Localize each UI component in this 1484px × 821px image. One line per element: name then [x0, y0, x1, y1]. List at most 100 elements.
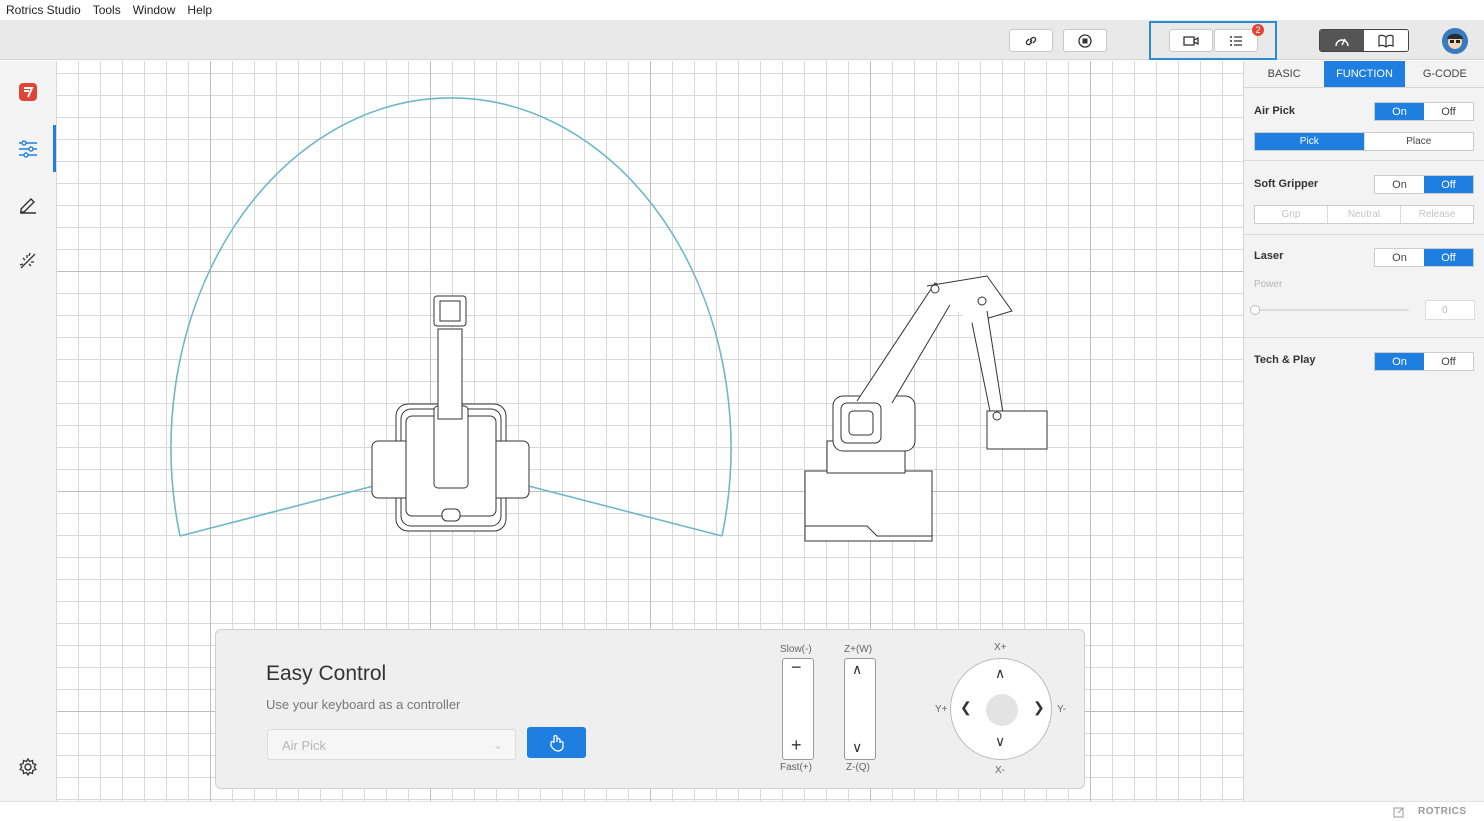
list-icon — [1230, 35, 1242, 46]
soft-gripper-off-button[interactable]: Off — [1424, 176, 1473, 193]
robot-side-view — [804, 275, 1048, 542]
laser-power-slider[interactable] — [1255, 309, 1409, 311]
air-pick-section: Air Pick On Off Pick Place — [1244, 89, 1484, 161]
air-pick-toggle: On Off — [1374, 102, 1474, 121]
laser-off-button[interactable]: Off — [1424, 249, 1473, 266]
teach-play-toggle: On Off — [1374, 352, 1474, 371]
record-stop-icon — [1078, 33, 1092, 48]
stop-button[interactable] — [1063, 29, 1107, 52]
laser-icon — [19, 252, 36, 269]
toolbar: 2 — [0, 20, 1484, 60]
sliders-icon — [19, 140, 37, 158]
rotrics-logo-icon — [19, 83, 37, 101]
minus-icon[interactable]: − — [791, 657, 802, 678]
air-pick-title: Air Pick — [1254, 105, 1295, 117]
laser-toggle: On Off — [1374, 248, 1474, 267]
book-icon — [1378, 34, 1394, 48]
easy-control-subtitle: Use your keyboard as a controller — [266, 697, 461, 712]
chevron-down-icon: ⌄ — [492, 738, 503, 752]
teach-play-off-button[interactable]: Off — [1424, 353, 1473, 370]
y-plus-arrow-icon[interactable]: ❮ — [960, 699, 972, 716]
laser-power-input[interactable]: 0 — [1425, 300, 1475, 320]
menu-bar: Rotrics Studio Tools Window Help — [0, 0, 1484, 20]
status-bar: ROTRICS — [0, 801, 1484, 821]
edit-note-icon[interactable] — [1393, 806, 1405, 818]
settings-button[interactable] — [16, 755, 40, 779]
gear-icon — [19, 757, 37, 777]
sidebar-item-draw[interactable] — [16, 192, 40, 216]
right-panel: BASIC FUNCTION G-CODE Air Pick On Off Pi… — [1243, 61, 1484, 801]
teach-play-section: Tech & Play On Off — [1244, 339, 1484, 387]
speed-fast-label: Fast(+) — [780, 762, 812, 773]
guide-view-button[interactable] — [1364, 30, 1408, 51]
z-control[interactable]: ∧ ∨ — [844, 658, 876, 760]
sidebar-item-laser[interactable] — [16, 249, 40, 273]
view-toggle — [1319, 29, 1409, 52]
connect-button[interactable] — [1009, 29, 1053, 52]
soft-gripper-on-button[interactable]: On — [1375, 176, 1424, 193]
menu-help[interactable]: Help — [181, 3, 218, 17]
tab-basic[interactable]: BASIC — [1244, 61, 1324, 87]
air-pick-off-button[interactable]: Off — [1424, 103, 1473, 120]
mode-select[interactable]: Air Pick ⌄ — [267, 729, 516, 760]
laser-title: Laser — [1254, 250, 1284, 262]
menu-window[interactable]: Window — [127, 3, 182, 17]
pick-button[interactable]: Pick — [1255, 133, 1364, 150]
x-minus-label: X- — [995, 765, 1005, 776]
soft-gripper-section: Soft Gripper On Off Grip Neutral Release — [1244, 162, 1484, 235]
notification-badge: 2 — [1252, 24, 1264, 36]
x-plus-label: X+ — [994, 642, 1007, 653]
air-pick-action: Pick Place — [1254, 132, 1474, 151]
menu-tools[interactable]: Tools — [87, 3, 127, 17]
y-minus-arrow-icon[interactable]: ❯ — [1033, 699, 1045, 716]
teach-play-title: Tech & Play — [1254, 354, 1316, 366]
function-tabs: BASIC FUNCTION G-CODE — [1244, 61, 1484, 88]
speed-slow-label: Slow(-) — [780, 644, 812, 655]
z-down-label: Z-(Q) — [846, 762, 870, 773]
joystick-center[interactable] — [986, 694, 1018, 726]
speed-control[interactable]: − + — [782, 657, 814, 760]
x-minus-arrow-icon[interactable]: ∨ — [995, 733, 1005, 750]
laser-on-button[interactable]: On — [1375, 249, 1424, 266]
release-button[interactable]: Release — [1400, 206, 1473, 223]
user-avatar[interactable] — [1442, 28, 1468, 54]
tab-function[interactable]: FUNCTION — [1324, 61, 1405, 87]
easy-control-title: Easy Control — [266, 662, 387, 685]
xy-joystick[interactable]: ∧ ∨ ❮ ❯ — [950, 658, 1052, 760]
soft-gripper-action: Grip Neutral Release — [1254, 205, 1474, 224]
y-plus-label: Y+ — [935, 704, 948, 715]
rotrics-logo — [16, 80, 40, 104]
avatar-icon — [1442, 28, 1468, 54]
app-name: Rotrics Studio — [6, 3, 81, 17]
neutral-button[interactable]: Neutral — [1327, 206, 1400, 223]
brand-label: ROTRICS — [1418, 806, 1467, 817]
sidebar-item-control[interactable] — [16, 137, 40, 161]
place-button[interactable]: Place — [1363, 133, 1474, 150]
plus-icon[interactable]: + — [791, 735, 802, 756]
chevron-down-icon[interactable]: ∨ — [852, 739, 862, 756]
air-pick-on-button[interactable]: On — [1375, 103, 1424, 120]
grip-button[interactable]: Grip — [1255, 206, 1327, 223]
pencil-icon — [20, 198, 36, 214]
active-indicator — [53, 125, 56, 172]
soft-gripper-title: Soft Gripper — [1254, 178, 1319, 190]
mode-select-value: Air Pick — [282, 738, 327, 753]
left-sidebar — [0, 61, 57, 801]
chevron-up-icon[interactable]: ∧ — [852, 661, 862, 678]
robot-top-view — [371, 295, 530, 532]
tab-gcode[interactable]: G-CODE — [1405, 61, 1484, 87]
soft-gripper-toggle: On Off — [1374, 175, 1474, 194]
camera-icon — [1183, 35, 1199, 46]
camera-button[interactable] — [1169, 29, 1213, 52]
x-plus-arrow-icon[interactable]: ∧ — [995, 665, 1005, 682]
task-list-button[interactable] — [1214, 29, 1258, 52]
hand-pointer-icon — [549, 734, 564, 752]
teach-play-on-button[interactable]: On — [1375, 353, 1424, 370]
z-up-label: Z+(W) — [844, 644, 873, 655]
keyboard-control-button[interactable] — [527, 727, 586, 758]
laser-power-handle[interactable] — [1250, 305, 1260, 315]
speed-view-button[interactable] — [1320, 30, 1364, 51]
y-minus-label: Y- — [1057, 704, 1067, 715]
laser-power-label: Power — [1254, 279, 1283, 290]
easy-control-panel: Easy Control Use your keyboard as a cont… — [215, 629, 1085, 789]
